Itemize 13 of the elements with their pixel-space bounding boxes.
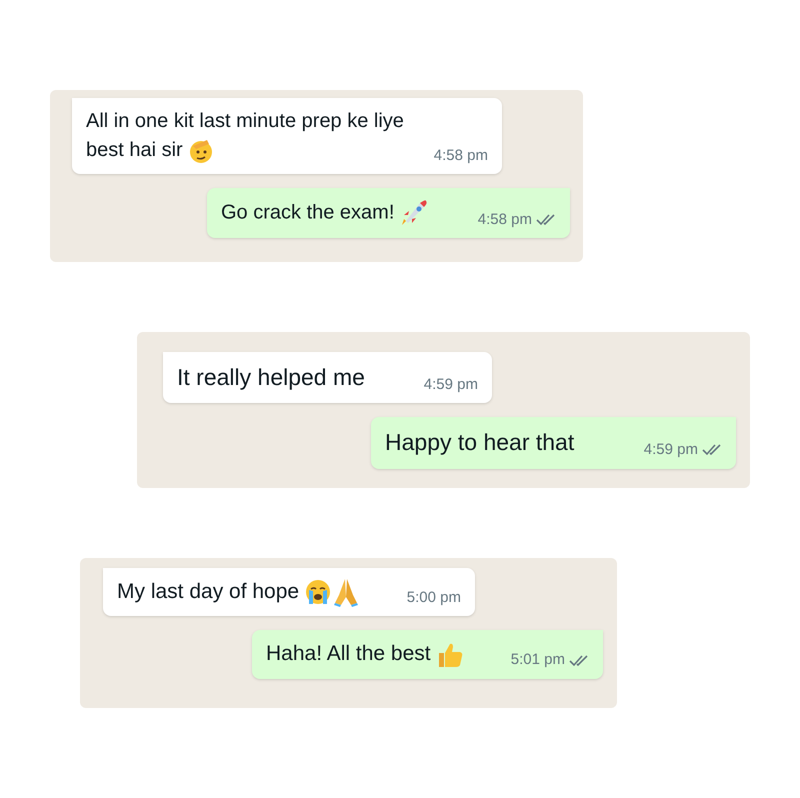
message-text: Haha! All the best: [266, 639, 465, 670]
message-text: All in one kit last minute prep ke liye best hai sir: [86, 107, 426, 165]
message-text: Go crack the exam!: [221, 197, 430, 229]
message-text: It really helped me: [177, 363, 365, 392]
message-time: 5:01 pm: [510, 650, 565, 670]
message-time: 4:58 pm: [434, 146, 488, 166]
message-time: 5:00 pm: [406, 588, 461, 608]
message-time: 4:59 pm: [644, 440, 698, 460]
message-text: My last day of hope: [117, 577, 360, 608]
message-time: 4:59 pm: [424, 374, 478, 395]
message-text: Happy to hear that: [385, 428, 574, 458]
message-time: 4:58 pm: [478, 210, 532, 230]
praying-hands-icon: [333, 577, 360, 608]
